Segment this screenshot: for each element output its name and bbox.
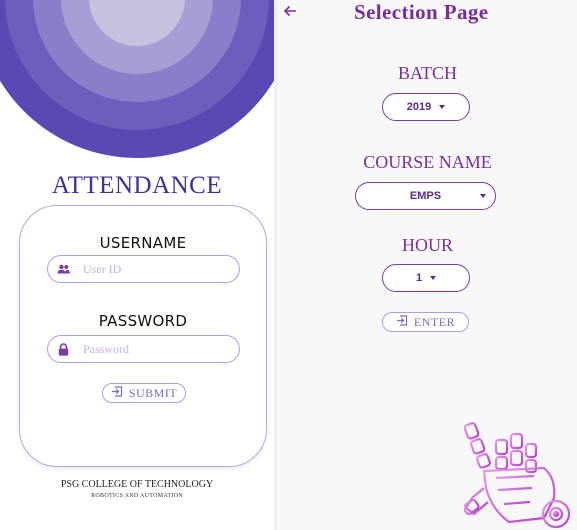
course-name-label: COURSE NAME [363, 152, 492, 172]
course-name-value: EMPS [409, 190, 442, 202]
submit-button[interactable]: SUBMIT [102, 383, 186, 403]
caret-down-icon [430, 276, 437, 280]
back-button[interactable] [282, 3, 300, 21]
lock-icon [56, 342, 70, 356]
submit-label: SUBMIT [128, 385, 178, 400]
hour-value: 1 [415, 272, 423, 284]
password-input[interactable] [83, 341, 233, 357]
hour-label: HOUR [401, 235, 453, 255]
app-title: ATTENDANCE [51, 172, 223, 199]
caret-down-icon [439, 105, 446, 109]
batch-dropdown[interactable]: 2019 [382, 93, 470, 121]
hour-dropdown[interactable]: 1 [382, 264, 470, 292]
selection-screen: Selection Page BATCH 2019 COURSE NAME EM… [278, 0, 577, 530]
username-input[interactable] [83, 261, 233, 277]
concentric-rings-graphic [0, 0, 274, 158]
enter-button[interactable]: ENTER [382, 312, 469, 332]
username-label: USERNAME [99, 234, 187, 252]
password-label: PASSWORD [98, 312, 188, 330]
login-screen: ATTENDANCE USERNAME PASSWORD [0, 0, 274, 530]
batch-label: BATCH [397, 63, 457, 83]
people-icon [56, 262, 70, 276]
department-name: ROBOTICS AND AUTOMATION [91, 493, 183, 499]
enter-label: ENTER [413, 314, 456, 329]
login-card: USERNAME PASSWORD [19, 205, 267, 467]
password-field[interactable] [47, 335, 240, 363]
robot-hand-icon [464, 422, 571, 529]
caret-down-icon [480, 194, 486, 198]
college-name: PSG COLLEGE OF TECHNOLOGY [60, 479, 214, 490]
batch-value: 2019 [406, 101, 432, 113]
login-icon [111, 385, 123, 401]
page-title: Selection Page [354, 0, 489, 24]
username-field[interactable] [47, 255, 240, 283]
course-name-dropdown[interactable]: EMPS [355, 182, 496, 210]
arrow-left-icon [282, 5, 298, 23]
login-icon [396, 314, 408, 330]
